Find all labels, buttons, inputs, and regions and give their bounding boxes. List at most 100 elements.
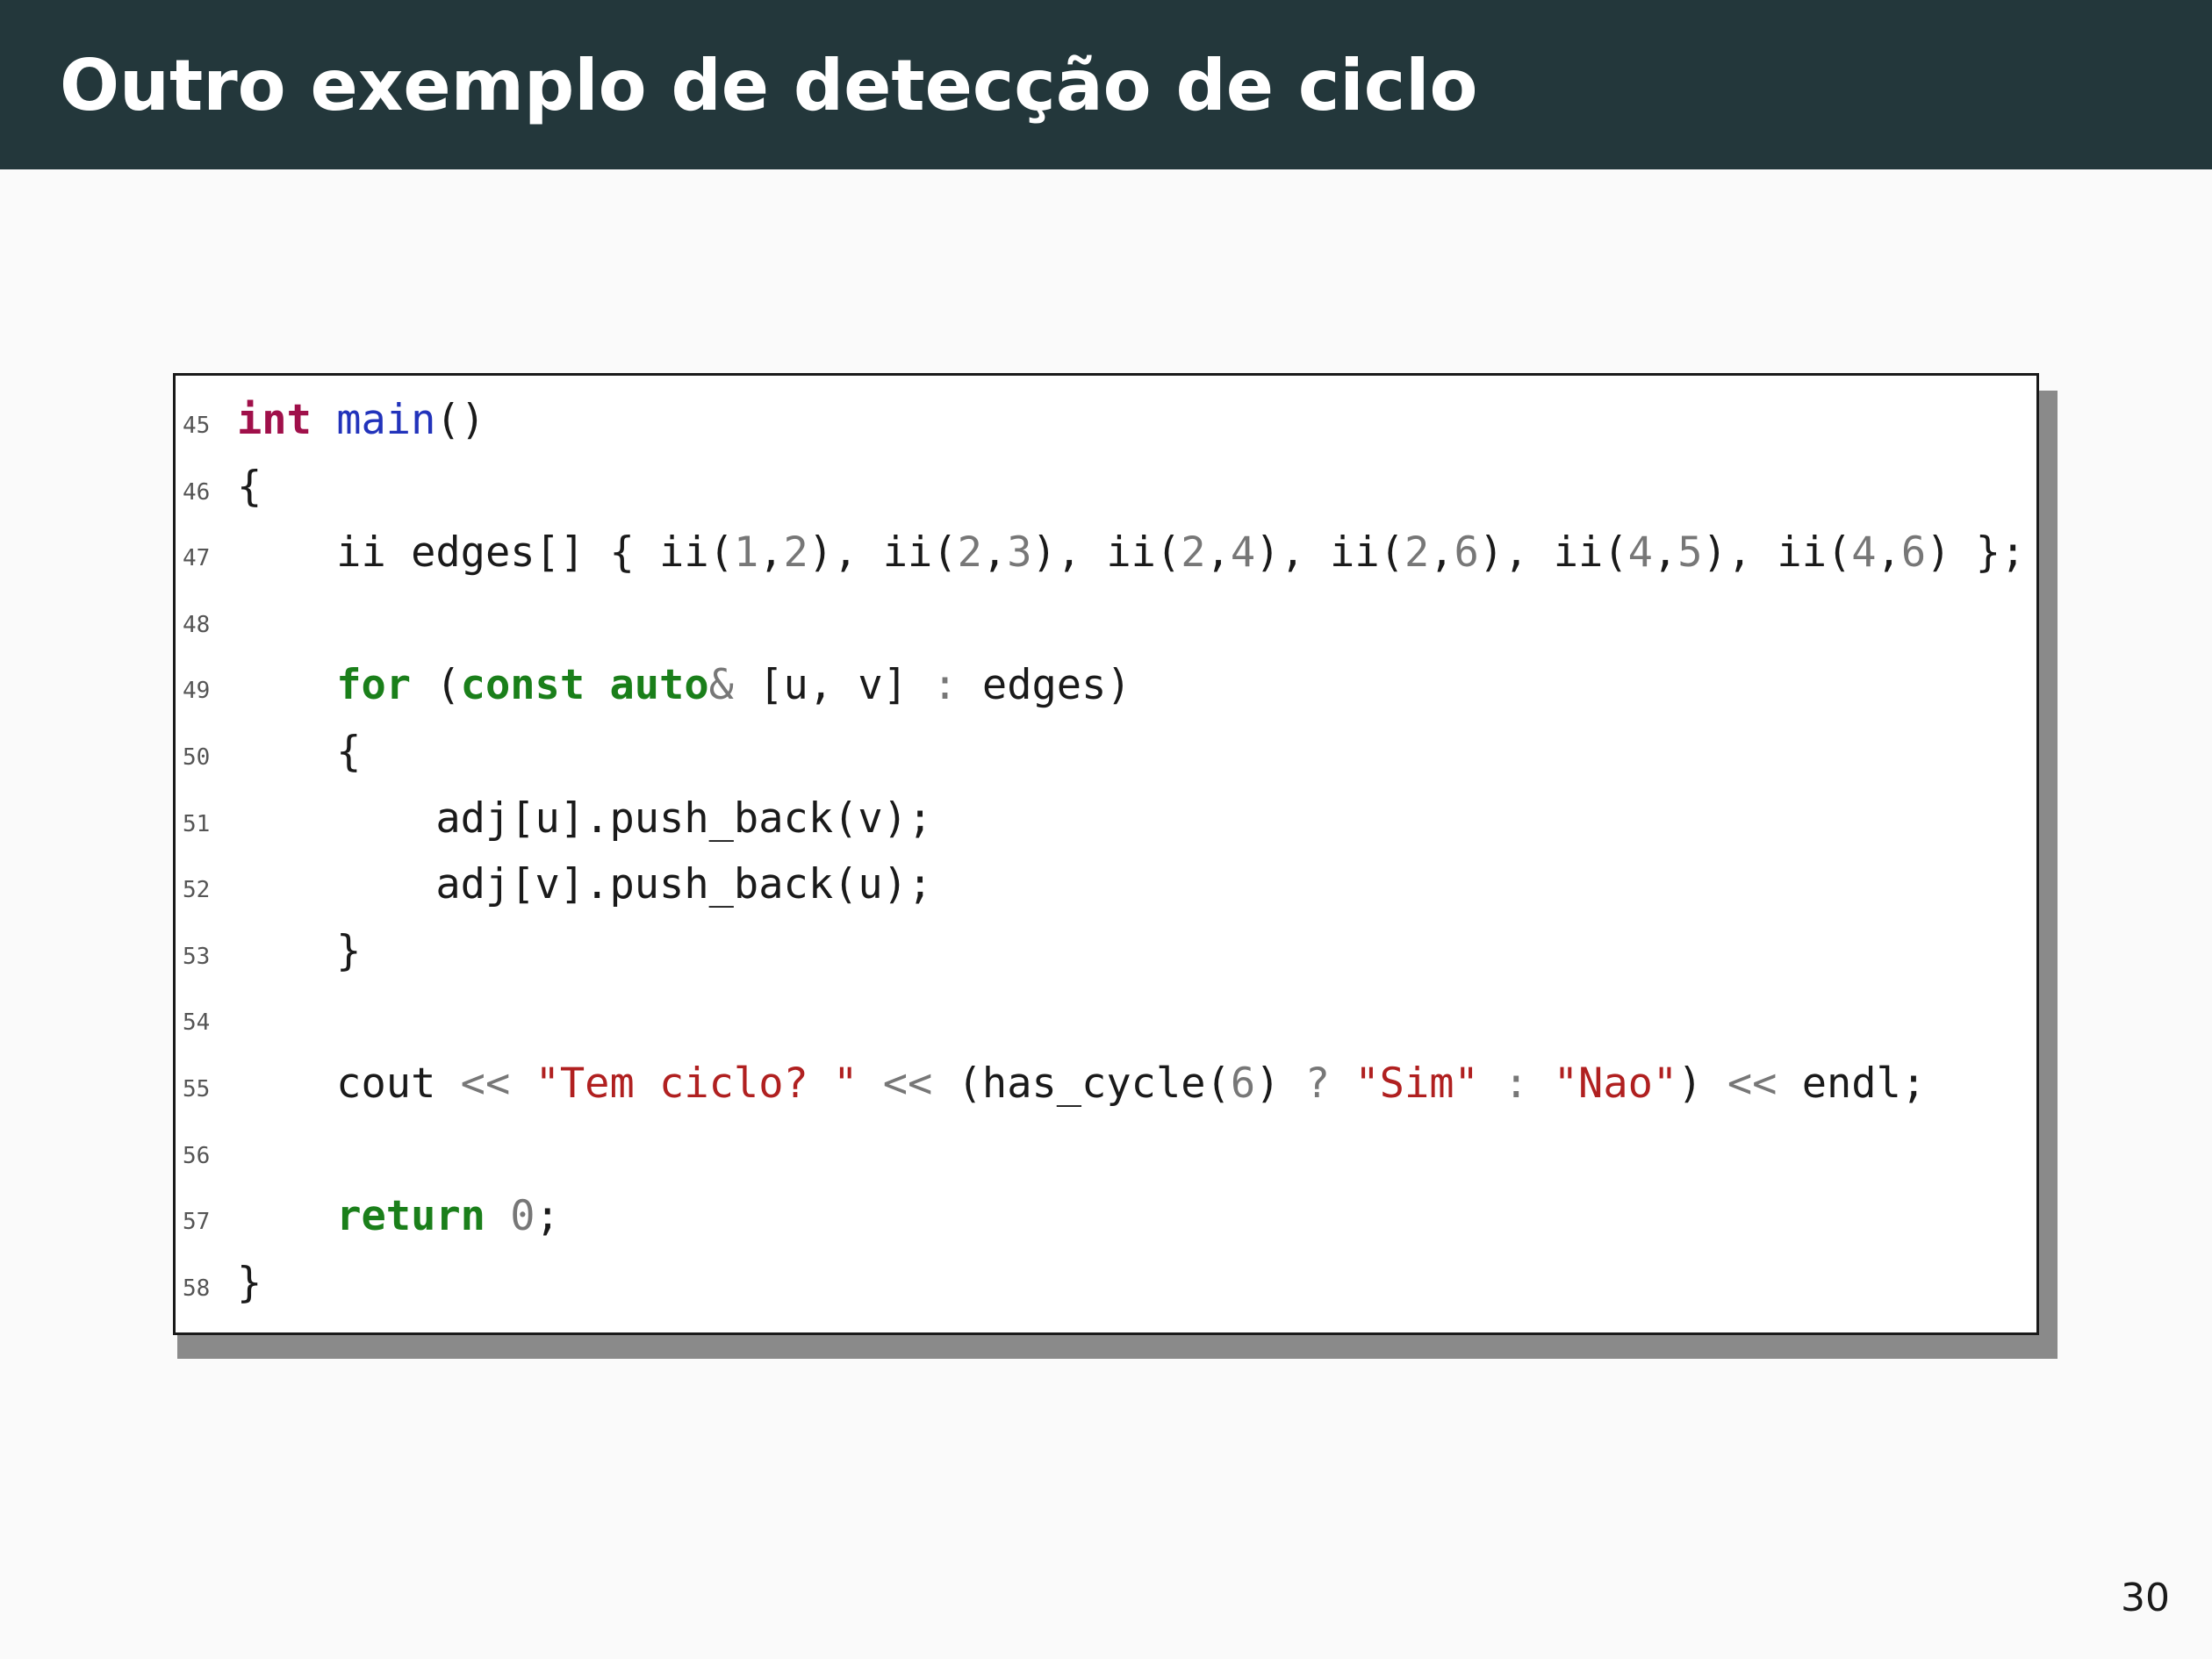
line-number: 54 — [183, 1009, 211, 1037]
code-token-number: 4 — [1627, 528, 1653, 578]
code-token-plain: ) }; — [1926, 528, 2026, 578]
code-token-plain: , — [1429, 528, 1454, 578]
code-line: 51 adj[u].push_back(v); — [176, 783, 2036, 850]
line-number: 49 — [183, 678, 211, 705]
code-token-plain: ), ii( — [1031, 528, 1181, 578]
code-token-plain: [u, v] — [733, 661, 933, 710]
code-token-plain: ), ii( — [1478, 528, 1628, 578]
code-token-plain: , — [1652, 528, 1678, 578]
code-token-plain: edges) — [957, 661, 1131, 710]
code-token-number: 2 — [1404, 528, 1430, 578]
code-token-keyword: return — [336, 1192, 485, 1241]
code-token-operator: : — [1504, 1059, 1529, 1108]
code-token-number: 3 — [1007, 528, 1032, 578]
code-line: 48 — [176, 584, 2036, 650]
code-token-keyword: auto — [609, 661, 709, 710]
code-token-plain: { — [237, 728, 362, 776]
line-number: 50 — [183, 744, 211, 771]
code-line: 55 cout << "Tem ciclo? " << (has_cycle(6… — [176, 1048, 2036, 1115]
code-line: 54 — [176, 981, 2036, 1048]
code-token-plain: ; — [535, 1192, 560, 1241]
slide-title: Outro exemplo de detecção de ciclo — [60, 45, 1478, 126]
code-line: 57 return 0; — [176, 1181, 2036, 1247]
code-token-number: 6 — [1230, 1059, 1256, 1108]
code-token-plain: adj[v].push_back(u); — [237, 860, 933, 909]
code-token-plain: ( — [411, 661, 461, 710]
line-number: 57 — [183, 1209, 211, 1236]
code-token-operator: & — [708, 661, 734, 710]
code-token-operator: << — [882, 1059, 933, 1108]
code-line: 58} — [176, 1247, 2036, 1314]
code-text: for (const auto& [u, v] : edges) — [237, 661, 1131, 709]
code-token-plain: adj[u].push_back(v); — [237, 794, 933, 843]
code-text: return 0; — [237, 1192, 560, 1240]
code-block: 45 int main() 46{47 ii edges[] { ii(1,2), … — [173, 373, 2039, 1335]
code-line: 47 ii edges[] { ii(1,2), ii(2,3), ii(2,4… — [176, 517, 2036, 584]
line-number: 47 — [183, 545, 211, 572]
code-text: } — [237, 1259, 262, 1307]
title-bar: Outro exemplo de detecção de ciclo — [0, 0, 2212, 169]
code-line: 46 { — [176, 451, 2036, 518]
code-token-operator: << — [1727, 1059, 1778, 1108]
code-token-plain: ) — [1677, 1059, 1727, 1108]
code-text: adj[v].push_back(u); — [237, 860, 932, 908]
code-token-string: "Sim" — [1354, 1059, 1479, 1108]
code-token-number: 2 — [783, 528, 808, 578]
code-line: 49 for (const auto& [u, v] : edges) — [176, 650, 2036, 716]
code-token-plain: } — [237, 1258, 262, 1307]
line-number: 56 — [183, 1142, 211, 1169]
code-token-string: "Tem ciclo? " — [535, 1059, 858, 1108]
code-token-number: 0 — [510, 1192, 535, 1241]
code-text: { — [237, 728, 361, 776]
code-line: 52 adj[v].push_back(u); — [176, 849, 2036, 916]
line-number: 46 — [183, 478, 211, 506]
code-token-string: "Nao" — [1553, 1059, 1678, 1108]
code-line: 53 } — [176, 916, 2036, 982]
code-token-plain: ) — [1255, 1059, 1305, 1108]
code-text: cout << "Tem ciclo? " << (has_cycle(6) ?… — [237, 1059, 1926, 1108]
code-token-number: 6 — [1900, 528, 1927, 578]
code-text: int main() — [237, 396, 485, 444]
code-token-operator: : — [932, 661, 958, 710]
page-number: 30 — [2121, 1576, 2170, 1620]
line-number: 52 — [183, 877, 211, 904]
code-token-plain: () — [435, 396, 485, 444]
code-token-operator: << — [460, 1059, 511, 1108]
code-token-plain: ii edges[] { ii( — [237, 528, 734, 578]
code-token-operator: ? — [1304, 1059, 1331, 1108]
code-token-number: 2 — [1181, 528, 1206, 578]
line-number: 53 — [183, 943, 211, 970]
code-token-number: 4 — [1851, 528, 1877, 578]
code-token-plain: endl; — [1777, 1059, 1927, 1108]
code-token-type: int — [237, 396, 312, 444]
line-number: 58 — [183, 1275, 211, 1302]
code-token-keyword: const — [460, 661, 585, 710]
code-token-plain: ), ii( — [1255, 528, 1404, 578]
code-line: 56 — [176, 1115, 2036, 1181]
code-token-number: 4 — [1230, 528, 1256, 578]
line-number: 55 — [183, 1076, 211, 1102]
code-token-plain: } — [237, 926, 362, 975]
code-token-plain: { — [237, 462, 262, 511]
code-text: { — [237, 463, 262, 511]
code-text: } — [237, 927, 361, 975]
code-token-number: 5 — [1677, 528, 1703, 578]
code-token-plain: , — [1876, 528, 1901, 578]
code-token-number: 1 — [733, 528, 759, 578]
code-token-plain: ), ii( — [808, 528, 958, 578]
code-token-plain: cout — [237, 1059, 461, 1108]
code-line: 45 int main() — [176, 384, 2036, 451]
line-number: 51 — [183, 810, 211, 837]
code-token-plain: , — [981, 528, 1008, 578]
code-token-plain: (has_cycle( — [932, 1059, 1231, 1108]
code-token-number: 2 — [957, 528, 982, 578]
code-token-function: main — [336, 396, 436, 444]
